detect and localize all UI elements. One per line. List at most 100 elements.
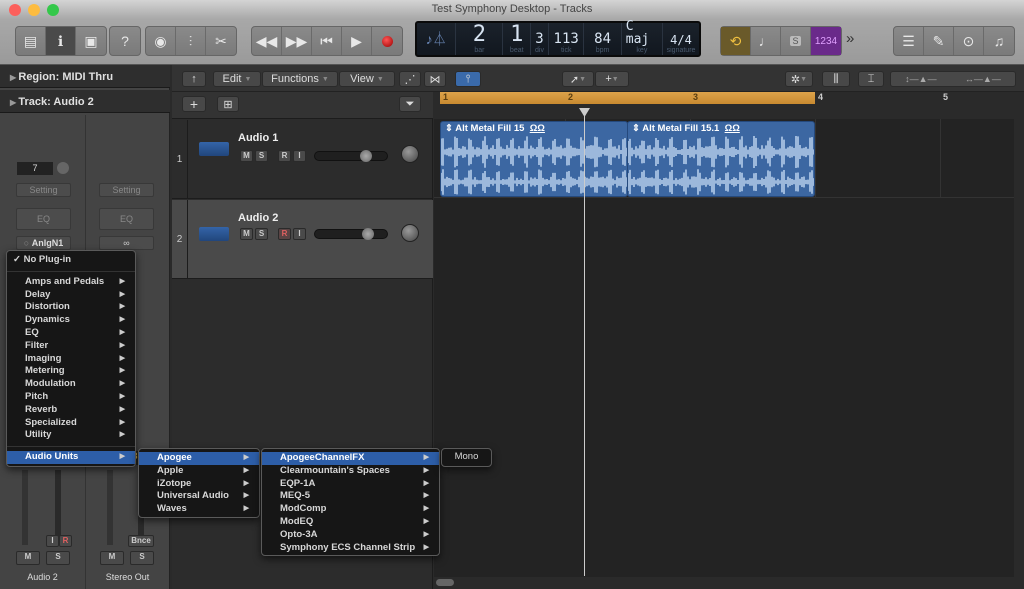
menu-item-manufacturer[interactable]: Waves ▶ — [139, 503, 259, 516]
inspector-icon[interactable]: ℹ — [46, 27, 76, 55]
stereo-link-icon[interactable]: ∞ — [99, 236, 154, 250]
region-inspector-header[interactable]: ▶ Region: MIDI Thru — [0, 65, 170, 88]
automation-icon[interactable]: ⋰ — [399, 71, 421, 87]
track-row-2[interactable]: 2 Audio 2 M S R I — [172, 200, 433, 279]
flex-icon[interactable]: ⋈ — [424, 71, 446, 87]
solo-button[interactable]: S — [255, 150, 268, 162]
mute-button-1[interactable]: M — [16, 551, 40, 565]
menu-item-plugin[interactable]: Clearmountain's Spaces ▶ — [262, 465, 439, 478]
up-arrow-button[interactable]: ↑ — [182, 71, 206, 87]
plugin-slot-anlgn1[interactable]: ○ AnlgN1 — [16, 236, 71, 250]
menu-item-category[interactable]: Amps and Pedals ▶ — [7, 276, 135, 289]
setting-button-1[interactable]: Setting — [16, 183, 71, 197]
track-row-1[interactable]: 1 Audio 1 M S R I — [172, 120, 433, 199]
pointer-tool-icon[interactable]: ➚ ▼ — [562, 71, 594, 87]
menu-item-category[interactable]: Reverb ▶ — [7, 404, 135, 417]
input-monitor-button[interactable]: I — [293, 150, 306, 162]
menu-item-plugin[interactable]: ModEQ ▶ — [262, 516, 439, 529]
menu-item-manufacturer[interactable]: Apple ▶ — [139, 465, 259, 478]
menu-item-category[interactable]: Filter ▶ — [7, 340, 135, 353]
smart-controls-icon[interactable]: ◉ — [146, 27, 176, 55]
menu-item-category[interactable]: Modulation ▶ — [7, 378, 135, 391]
volume-slider[interactable] — [314, 228, 388, 240]
new-folder-icon[interactable]: ⊞ — [217, 96, 239, 112]
zoom-sliders[interactable]: ↕—▲— ↔—▲— — [890, 71, 1016, 87]
menu-item-category[interactable]: EQ ▶ — [7, 327, 135, 340]
menu-item-manufacturer[interactable]: Apogee ▶ — [139, 452, 259, 465]
list-editor-icon[interactable]: ☰ — [894, 27, 924, 55]
note-pad-icon[interactable]: ✎ — [924, 27, 954, 55]
menu-item-category[interactable]: Distortion ▶ — [7, 301, 135, 314]
input-monitor-button[interactable]: I — [293, 228, 306, 240]
browser-icon[interactable]: ♫ — [984, 27, 1014, 55]
tuner-icon[interactable]: ♩ — [751, 27, 781, 55]
mute-button-2[interactable]: M — [100, 551, 124, 565]
help-icon[interactable]: ? — [110, 27, 140, 55]
fast-forward-icon[interactable]: ▶▶ — [282, 27, 312, 55]
horizontal-scrollbar[interactable] — [434, 577, 1024, 589]
menu-item-plugin[interactable]: ModComp ▶ — [262, 503, 439, 516]
horizontal-zoom-slider[interactable]: ↔—▲— — [965, 74, 1001, 84]
fader-track-1[interactable] — [22, 470, 28, 545]
cycle-region[interactable] — [440, 92, 815, 104]
loop-browser-icon[interactable]: ⊙ — [954, 27, 984, 55]
catch-playhead-icon[interactable]: ⫯ — [455, 71, 481, 87]
settings-icon[interactable]: ✲ ▼ — [785, 71, 813, 87]
functions-menu[interactable]: Functions ▼ — [262, 71, 338, 87]
solo-icon[interactable]: S — [781, 27, 811, 55]
menu-item-manufacturer[interactable]: iZotope ▶ — [139, 478, 259, 491]
midi-channel-field[interactable]: 7 — [17, 162, 53, 175]
solo-button[interactable]: S — [255, 228, 268, 240]
more-icon[interactable]: » — [846, 30, 854, 47]
rewind-icon[interactable]: ◀◀ — [252, 27, 282, 55]
view-menu[interactable]: View ▼ — [339, 71, 395, 87]
bounce-button[interactable]: Bnce — [128, 535, 154, 547]
menu-item-no-plugin[interactable]: ✓ No Plug-in — [7, 254, 135, 267]
track-name[interactable]: Audio 1 — [238, 132, 278, 144]
play-icon[interactable]: ▶ — [342, 27, 372, 55]
solo-button-1[interactable]: S — [46, 551, 70, 565]
menu-item-mono[interactable]: Mono — [442, 451, 491, 464]
record-button[interactable]: R — [278, 150, 291, 162]
eq-button-2[interactable]: EQ — [99, 208, 154, 230]
menu-item-category[interactable]: Delay ▶ — [7, 289, 135, 302]
metronome-icon[interactable]: ♪⏃ — [417, 23, 457, 55]
vertical-zoom-slider[interactable]: ↕—▲— — [905, 74, 936, 84]
record-icon[interactable] — [372, 27, 402, 55]
waveform-zoom-icon[interactable]: ⫼ — [822, 71, 850, 87]
eq-button-1[interactable]: EQ — [16, 208, 71, 230]
toolbar-icon[interactable]: ▣ — [76, 27, 106, 55]
menu-item-category[interactable]: Imaging ▶ — [7, 353, 135, 366]
menu-item-category[interactable]: Pitch ▶ — [7, 391, 135, 404]
vertical-fit-icon[interactable]: ⌶ — [858, 71, 884, 87]
playhead[interactable] — [584, 110, 585, 576]
add-track-button[interactable]: + — [182, 96, 206, 112]
menu-item-category[interactable]: Specialized ▶ — [7, 417, 135, 430]
library-icon[interactable]: ▤ — [16, 27, 46, 55]
go-to-beginning-icon[interactable]: ⏮ — [312, 27, 342, 55]
cycle-icon[interactable]: ⟲ — [721, 27, 751, 55]
record-enable-button[interactable]: R — [59, 535, 72, 547]
menu-item-plugin[interactable]: MEQ-5 ▶ — [262, 490, 439, 503]
pan-knob[interactable] — [401, 145, 419, 163]
mute-button[interactable]: M — [240, 228, 253, 240]
lcd-display[interactable]: ♪⏃ 2 bar 1 beat 3 div 113 tick 84 bpm C maj ke… — [415, 20, 701, 57]
volume-knob[interactable] — [360, 150, 372, 162]
menu-item-plugin[interactable]: Opto-3A ▶ — [262, 529, 439, 542]
input-monitor-button[interactable]: I — [46, 535, 59, 547]
count-in-icon[interactable]: 1234 — [811, 27, 841, 55]
record-button[interactable]: R — [278, 228, 291, 240]
menu-item-plugin[interactable]: EQP-1A ▶ — [262, 478, 439, 491]
audio-region[interactable]: ⇕ Alt Metal Fill 15.1 ΩΩ — [627, 121, 815, 197]
mixer-icon[interactable]: ⫶ — [176, 27, 206, 55]
menu-item-plugin[interactable]: ApogeeChannelFX ▶ — [262, 452, 439, 465]
pan-knob[interactable] — [401, 224, 419, 242]
menu-item-category[interactable]: Dynamics ▶ — [7, 314, 135, 327]
channel-knob-icon[interactable] — [57, 162, 69, 174]
menu-item-audio-units[interactable]: Audio Units ▶ — [7, 451, 135, 464]
track-name[interactable]: Audio 2 — [238, 212, 278, 224]
audio-region[interactable]: ⇕ Alt Metal Fill 15 ΩΩ — [440, 121, 628, 197]
solo-button-2[interactable]: S — [130, 551, 154, 565]
mute-button[interactable]: M — [240, 150, 253, 162]
menu-item-plugin[interactable]: Symphony ECS Channel Strip ▶ — [262, 542, 439, 555]
